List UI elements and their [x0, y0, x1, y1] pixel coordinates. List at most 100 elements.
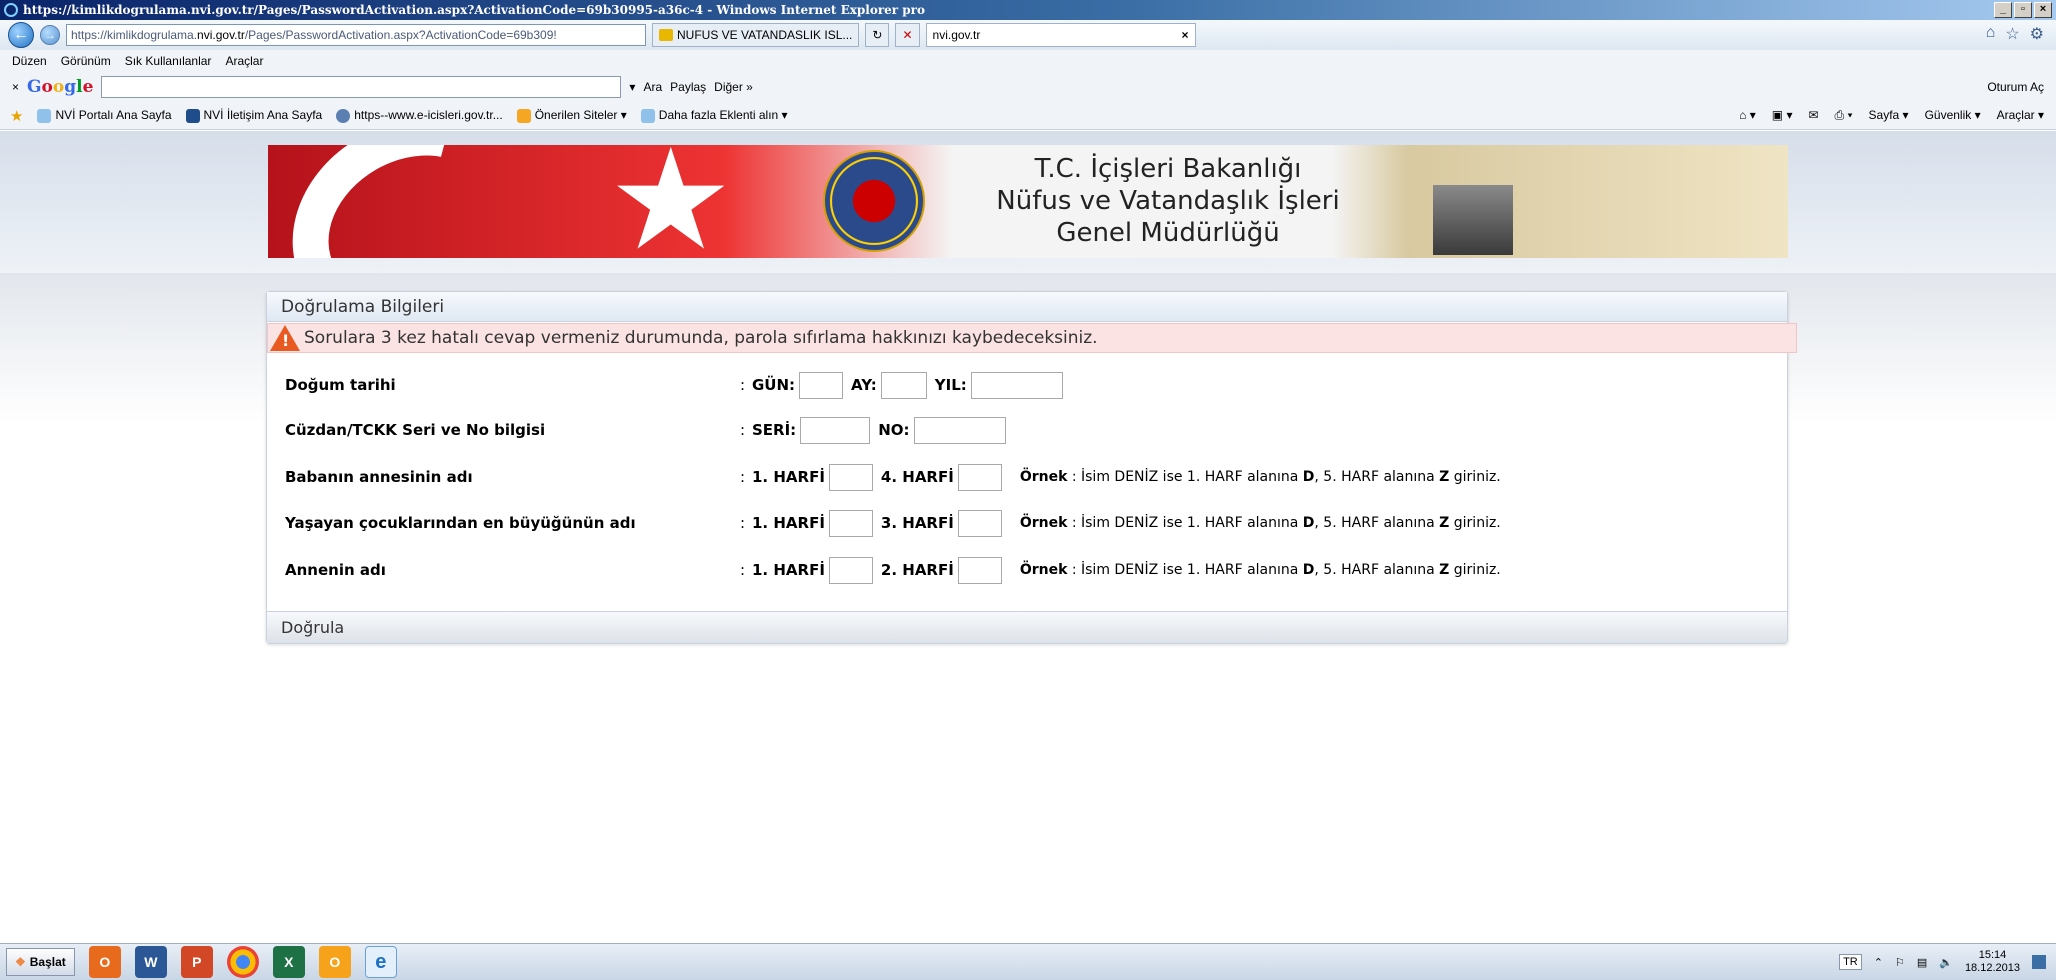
security-menu[interactable]: Güvenlik ▾	[1925, 108, 1981, 123]
menu-item-duzen[interactable]: Düzen	[12, 54, 47, 68]
menu-item-gorunum[interactable]: Görünüm	[61, 54, 111, 68]
close-toolbar-icon[interactable]: ×	[12, 80, 19, 94]
page-menu[interactable]: Sayfa ▾	[1869, 108, 1909, 123]
more-button[interactable]: Diğer »	[714, 80, 753, 94]
outlook-icon[interactable]: O	[88, 946, 121, 978]
internet-explorer-icon[interactable]: e	[364, 946, 397, 978]
month-label: AY:	[851, 376, 877, 394]
taskbar: ❖ Başlat O W P X O e TR ⌃ ⚐ ▤ 🔈 15:14 18.…	[0, 943, 2056, 980]
row-eldest-child: Yaşayan çocuklarından en büyüğünün adı :…	[285, 508, 1501, 538]
menu-item-araclar[interactable]: Araçlar	[225, 54, 263, 68]
refresh-icon[interactable]: ↻	[865, 23, 890, 47]
rss-icon[interactable]: ▣ ▾	[1772, 108, 1793, 123]
verification-panel: Doğrulama Bilgileri Sorulara 3 kez hatal…	[266, 291, 1797, 644]
fav-nvi-portal[interactable]: NVİ Portalı Ana Sayfa	[37, 108, 172, 123]
gear-icon[interactable]: ⚙	[2030, 24, 2044, 44]
row-paternal-grandmother: Babanın annesinin adı : 1. HARFİ 4. HARF…	[285, 462, 1501, 492]
suggested-icon	[516, 108, 531, 123]
globe-icon	[336, 108, 351, 123]
example-hint: Örnek : İsim DENİZ ise 1. HARF alanına D…	[1019, 469, 1501, 485]
letter-label: 4. HARFİ	[880, 468, 954, 486]
field-label: Annenin adı	[285, 561, 386, 579]
minimize-button[interactable]: _	[1994, 2, 2012, 18]
page-icon	[185, 108, 200, 123]
number-input[interactable]	[913, 416, 1006, 444]
chrome-icon[interactable]	[226, 946, 259, 978]
row-mother-name: Annenin adı : 1. HARFİ 2. HARFİ Örnek : …	[285, 555, 1501, 585]
day-input[interactable]	[799, 371, 844, 399]
menu-item-favorites[interactable]: Sık Kullanılanlar	[125, 54, 212, 68]
home-icon[interactable]: ⌂	[1986, 24, 1996, 44]
tab-nvi[interactable]: nvi.gov.tr ×	[925, 23, 1196, 47]
field-label: Babanın annesinin adı	[285, 468, 473, 486]
clock[interactable]: 15:14 18.12.2013	[1965, 949, 2020, 975]
tab-label: NUFUS VE VATANDASLIK ISL...	[677, 28, 853, 42]
favorites-bar: ★ NVİ Portalı Ana Sayfa NVİ İletişim Ana…	[0, 102, 2056, 130]
fav-e-icisleri[interactable]: https--www.e-icisleri.gov.tr...	[336, 108, 503, 123]
stop-icon[interactable]: ✕	[895, 23, 920, 47]
lock-icon	[659, 29, 673, 41]
letter-4-input[interactable]	[957, 463, 1002, 491]
fav-more-addons[interactable]: Daha fazla Eklenti alın ▾	[640, 108, 788, 123]
letter-1-input[interactable]	[828, 509, 873, 537]
show-hidden-icon[interactable]: ⌃	[1874, 956, 1883, 969]
letter-1-input[interactable]	[828, 463, 873, 491]
show-desktop-icon[interactable]	[2032, 955, 2046, 969]
alert-text: Sorulara 3 kez hatalı cevap vermeniz dur…	[304, 328, 1098, 348]
start-button[interactable]: ❖ Başlat	[6, 948, 75, 976]
google-toolbar: × Google ▾ Ara Paylaş Diğer » Oturum Aç	[0, 72, 2056, 102]
letter-3-input[interactable]	[957, 509, 1002, 537]
ie-icon	[4, 3, 18, 17]
letter-2-input[interactable]	[957, 556, 1002, 584]
google-search-button[interactable]: Ara	[643, 80, 662, 94]
month-input[interactable]	[880, 371, 927, 399]
share-button[interactable]: Paylaş	[670, 80, 706, 94]
star-icon[interactable]: ☆	[2005, 24, 2019, 44]
word-icon[interactable]: W	[134, 946, 167, 978]
url-domain: nvi.gov.tr	[197, 28, 245, 42]
print-icon[interactable]: ⎙ ▾	[1835, 108, 1853, 123]
day-label: GÜN:	[752, 376, 796, 394]
tools-menu[interactable]: Araçlar ▾	[1997, 108, 2044, 123]
panel-title: Doğrulama Bilgileri	[267, 292, 1787, 322]
field-label: Yaşayan çocuklarından en büyüğünün adı	[285, 514, 636, 532]
language-indicator[interactable]: TR	[1839, 954, 1862, 970]
tab-nufus[interactable]: NUFUS VE VATANDASLIK ISL...	[652, 23, 860, 47]
url-suffix: /Pages/PasswordActivation.aspx?Activatio…	[244, 28, 557, 42]
maximize-button[interactable]: ▫	[2014, 2, 2032, 18]
volume-icon[interactable]: 🔈	[1939, 956, 1953, 969]
fav-suggested-sites[interactable]: Önerilen Siteler ▾	[516, 108, 627, 123]
office-icon[interactable]: O	[318, 946, 351, 978]
verify-button[interactable]: Doğrula	[267, 611, 1787, 643]
serial-input[interactable]	[800, 416, 871, 444]
forward-icon[interactable]: →	[40, 25, 60, 45]
google-logo: Google	[27, 77, 94, 97]
year-input[interactable]	[970, 371, 1063, 399]
powerpoint-icon[interactable]: P	[180, 946, 213, 978]
example-hint: Örnek : İsim DENİZ ise 1. HARF alanına D…	[1019, 562, 1501, 578]
crescent-shape	[268, 145, 562, 258]
close-tab-icon[interactable]: ×	[1182, 28, 1189, 42]
id-card-photo	[1433, 185, 1513, 255]
fav-nvi-iletisim[interactable]: NVİ İletişim Ana Sayfa	[185, 108, 322, 123]
home-menu-icon[interactable]: ⌂ ▾	[1739, 108, 1756, 123]
sign-in-button[interactable]: Oturum Aç	[1987, 80, 2044, 94]
page-icon	[37, 108, 52, 123]
favorites-star-icon[interactable]: ★	[10, 107, 23, 125]
mail-icon[interactable]: ✉	[1808, 108, 1818, 123]
page-icon	[640, 108, 655, 123]
banner-title: T.C. İçişleri Bakanlığı Nüfus ve Vatanda…	[996, 154, 1340, 248]
letter-1-input[interactable]	[828, 556, 873, 584]
google-search-input[interactable]	[101, 76, 622, 98]
page-content: ★ T.C. İçişleri Bakanlığı Nüfus ve Vatan…	[0, 131, 2056, 910]
excel-icon[interactable]: X	[272, 946, 305, 978]
system-tray: TR ⌃ ⚐ ▤ 🔈 15:14 18.12.2013	[1839, 947, 2046, 977]
close-button[interactable]: ×	[2034, 2, 2052, 18]
back-icon[interactable]: ←	[8, 22, 34, 48]
dropdown-icon[interactable]: ▾	[629, 80, 635, 94]
warning-icon	[270, 325, 300, 351]
field-label: Doğum tarihi	[285, 376, 396, 394]
network-icon[interactable]: ▤	[1917, 956, 1927, 969]
address-input[interactable]: https://kimlikdogrulama. nvi.gov.tr/Pages…	[66, 24, 646, 46]
flag-icon[interactable]: ⚐	[1895, 956, 1905, 969]
